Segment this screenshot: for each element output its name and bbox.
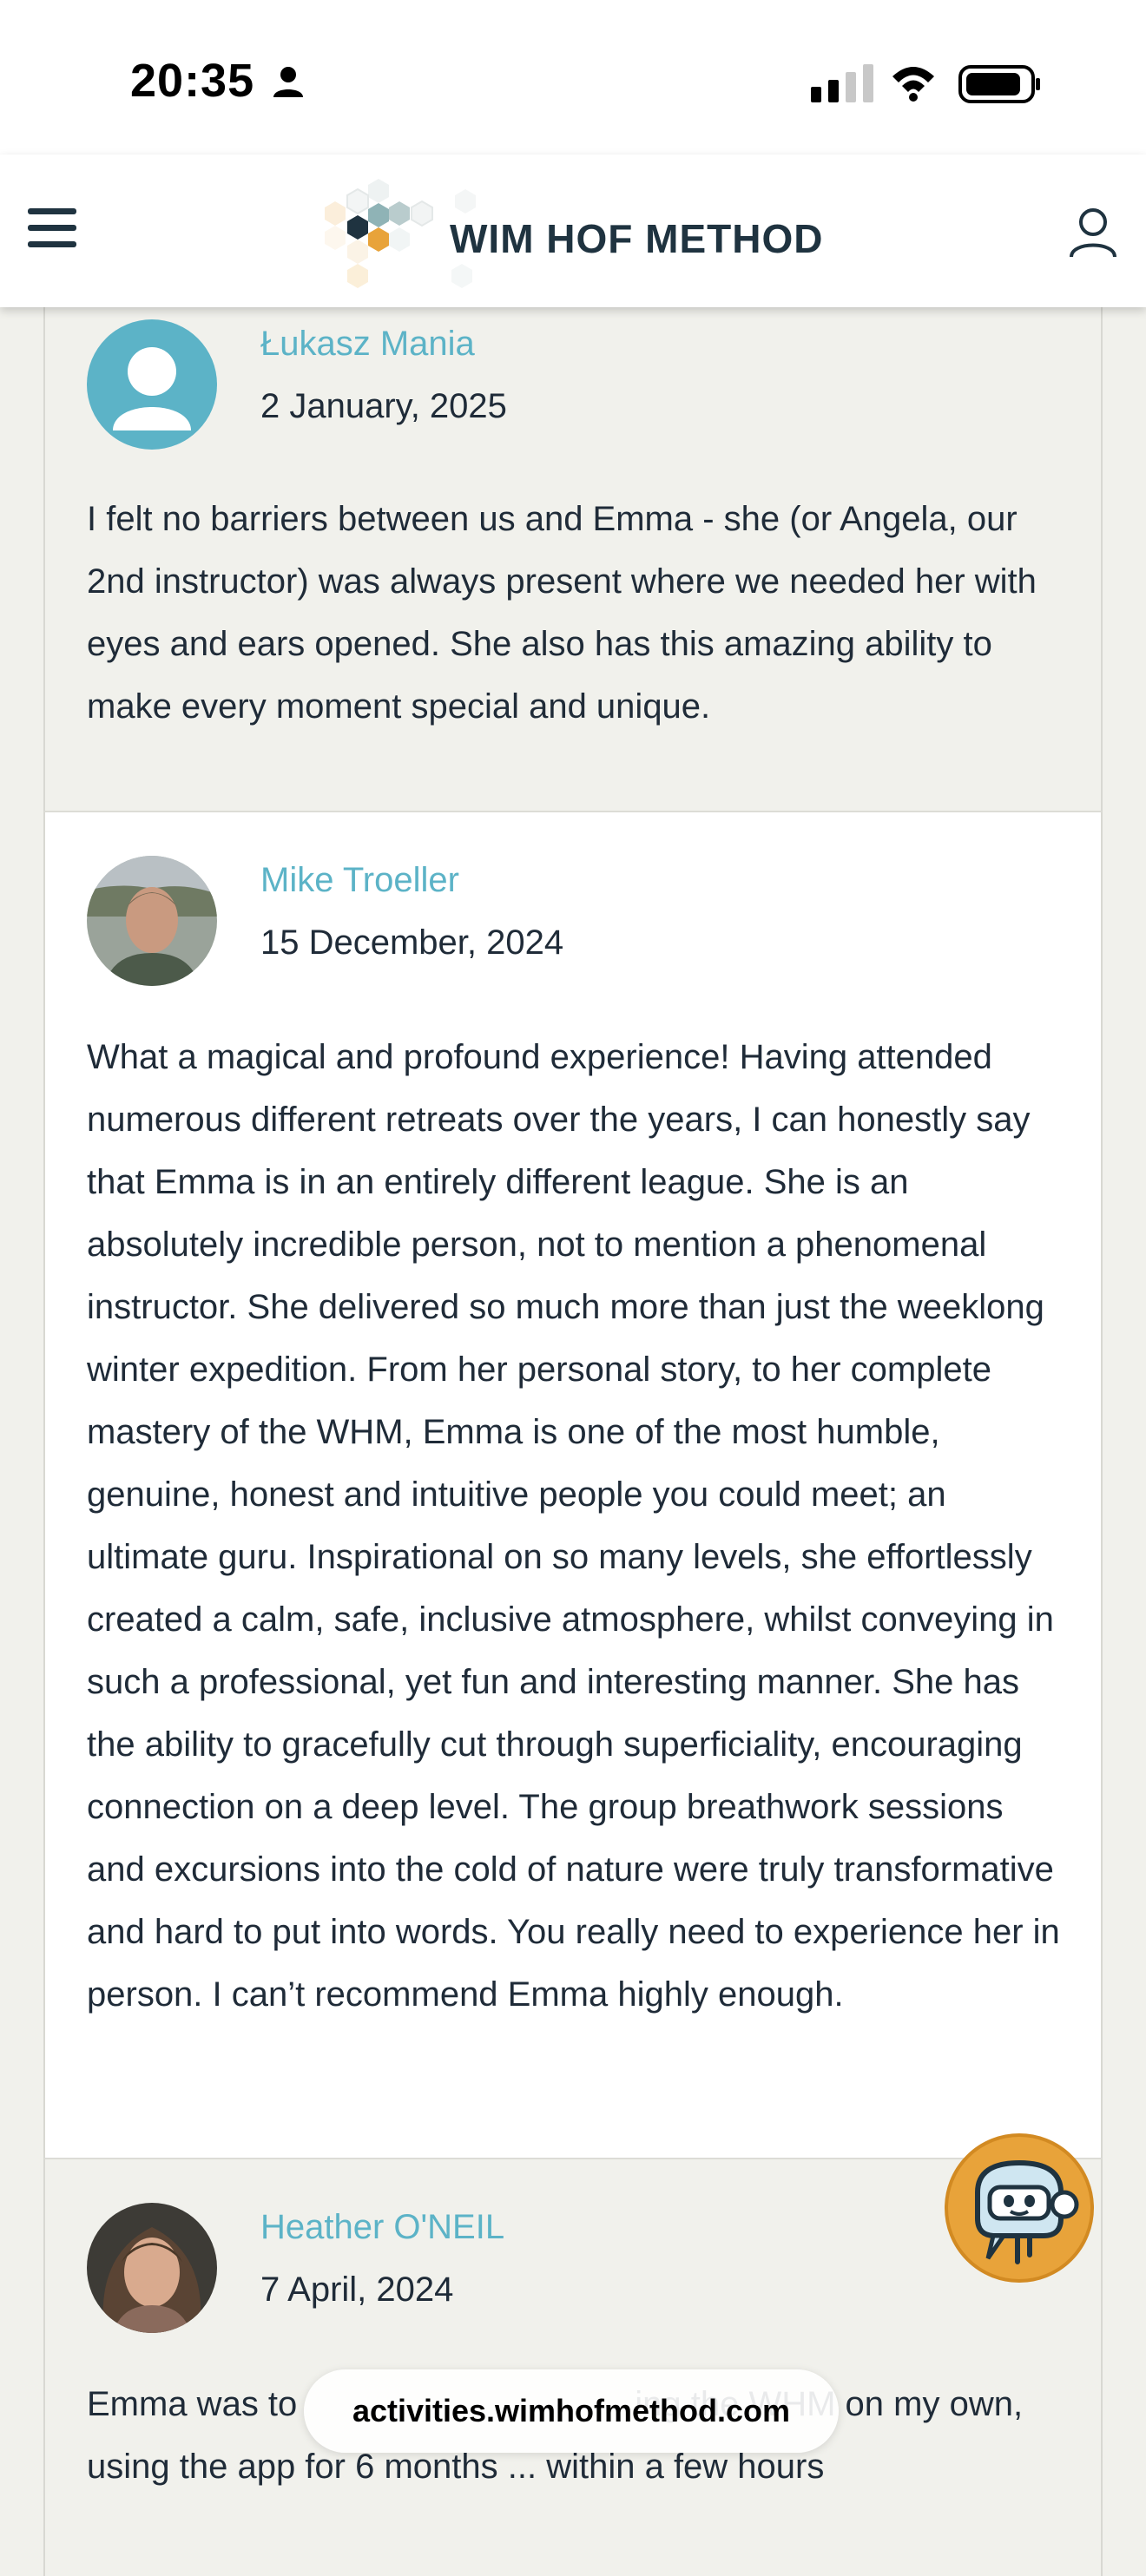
- battery-icon: [958, 65, 1040, 103]
- browser-url-bar[interactable]: activities.wimhofmethod.com: [304, 2369, 839, 2453]
- reviewer-name[interactable]: Łukasz Mania: [260, 325, 475, 364]
- reviewer-photo: [87, 2203, 217, 2333]
- cellular-signal-icon: [811, 64, 873, 102]
- review-date: 15 December, 2024: [260, 923, 564, 962]
- review-text: What a magical and profound experience! …: [87, 1038, 1060, 2014]
- default-user-avatar-icon: [113, 347, 191, 430]
- wifi-icon: [892, 67, 934, 102]
- hamburger-menu-icon[interactable]: [28, 207, 76, 250]
- reviewer-name[interactable]: Mike Troeller: [260, 861, 459, 900]
- site-header: WIM HOF METHOD: [0, 154, 1146, 307]
- review-date: 2 January, 2025: [260, 387, 507, 425]
- chat-assistant-button[interactable]: [943, 2132, 1096, 2284]
- wim-hof-method-logo[interactable]: WIM HOF METHOD: [309, 163, 823, 299]
- avatar: [87, 2203, 217, 2333]
- status-time: 20:35: [130, 55, 255, 107]
- user-account-icon[interactable]: [1068, 207, 1118, 259]
- person-icon: [273, 67, 303, 97]
- review-text: I felt no barriers between us and Emma -…: [87, 500, 1037, 726]
- review-card: Łukasz Mania 2 January, 2025 I felt no b…: [43, 307, 1103, 812]
- review-card: Mike Troeller 15 December, 2024 What a m…: [43, 812, 1103, 2159]
- reviewer-photo: [87, 856, 217, 986]
- avatar: [87, 856, 217, 986]
- reviewer-name[interactable]: Heather O'NEIL: [260, 2208, 504, 2247]
- avatar: [87, 319, 217, 450]
- logo-text: WIM HOF METHOD: [450, 216, 824, 261]
- chatbot-robot-icon: [945, 2133, 1094, 2283]
- url-text: activities.wimhofmethod.com: [352, 2393, 791, 2428]
- review-date: 7 April, 2024: [260, 2270, 454, 2309]
- status-bar: 20:35: [0, 0, 1146, 154]
